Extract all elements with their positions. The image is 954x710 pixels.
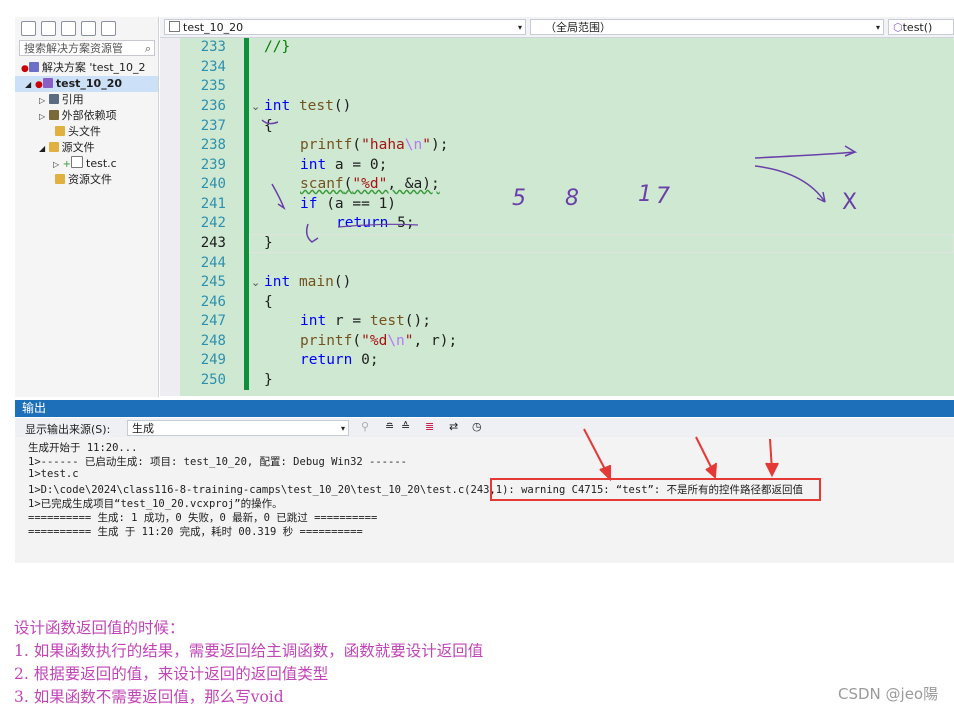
tree-item-label: 源文件 <box>61 141 95 154</box>
handwritten-arrow <box>754 165 826 203</box>
history-icon[interactable] <box>41 21 56 36</box>
handwritten-arrow <box>271 183 286 210</box>
scope-dropdown[interactable]: （全局范围） ▾ <box>530 19 884 35</box>
handwritten-number: 5 <box>512 186 526 211</box>
folder-icon <box>55 174 65 184</box>
output-line: 1>test.c <box>28 468 79 480</box>
tree-item-resource-files[interactable]: 资源文件 <box>15 172 158 188</box>
solution-search-placeholder: 搜索解决方案资源管 <box>24 42 123 55</box>
tree-item-label: test.c <box>86 157 117 170</box>
output-line: 1>------ 已启动生成: 项目: test_10_20, 配置: Debu… <box>28 456 407 468</box>
tree-item-project[interactable]: ◢ ● test_10_20 <box>15 76 158 92</box>
search-icon[interactable]: ⌕ <box>145 41 151 55</box>
solution-explorer: 搜索解决方案资源管 ⌕ ● 解决方案 'test_10_2 ◢ ● test_10_… <box>15 17 159 397</box>
editor-navigation-bar: test_10_20 ▾ （全局范围） ▾ ⬡test() <box>160 17 954 38</box>
note-item-1: 1. 如果函数执行的结果，需要返回给主调函数，函数就要设计返回值 <box>14 642 484 660</box>
function-icon: ⬡ <box>893 21 903 34</box>
folder-icon <box>55 126 65 136</box>
output-source-dropdown[interactable]: 生成 ▾ <box>127 420 349 436</box>
note-item-2: 2. 根据要返回的值，来设计返回的返回值类型 <box>14 665 329 683</box>
output-line: ========== 生成: 1 成功，0 失败，0 最新，0 已跳过 ====… <box>28 512 378 524</box>
output-source-label: 显示输出来源(S): <box>25 423 111 436</box>
handwritten-number: 8 <box>565 186 579 211</box>
output-line: 生成开始于 11:20... <box>28 442 138 454</box>
handwriting-overlay <box>261 119 858 243</box>
sync-icon[interactable] <box>21 21 36 36</box>
chevron-down-icon: ▾ <box>517 23 522 32</box>
chevron-down-icon: ▾ <box>340 424 345 433</box>
tree-item-label: test_10_20 <box>55 77 122 90</box>
notes-heading: 设计函数返回值的时候： <box>14 619 185 637</box>
collapse-icon[interactable] <box>61 21 76 36</box>
properties-icon[interactable] <box>101 21 116 36</box>
watermark: CSDN @jeo陽 <box>838 685 939 703</box>
handwritten-underline <box>337 223 419 228</box>
red-arrows-overlay <box>583 428 779 482</box>
tree-item-source-files[interactable]: ◢ 源文件 <box>15 140 158 156</box>
tree-item-label: 解决方案 'test_10_2 <box>41 61 146 74</box>
show-all-icon[interactable] <box>81 21 96 36</box>
project-icon <box>42 78 53 88</box>
handwritten-number: 7 <box>656 184 670 209</box>
tree-item-external-deps[interactable]: ▷ 外部依赖项 <box>15 108 158 124</box>
handwritten-number: 1 <box>638 182 652 207</box>
solution-tree: ● 解决方案 'test_10_2 ◢ ● test_10_20 ▷ 引用 ▷ 外部… <box>15 60 158 188</box>
output-toolbar: 显示输出来源(S): 生成 ▾ ⚲ ≘ ≙ ≣ ⇄ ◷ <box>15 418 954 437</box>
member-dropdown[interactable]: ⬡test() <box>888 19 954 35</box>
member-dropdown-label: test() <box>902 21 933 34</box>
chevron-down-icon: ▾ <box>875 23 880 32</box>
next-message-icon[interactable]: ≙ <box>401 420 410 433</box>
handwritten-arrow <box>754 145 858 159</box>
file-dropdown[interactable]: test_10_20 ▾ <box>164 19 526 35</box>
solution-icon <box>28 62 39 72</box>
tree-item-label: 外部依赖项 <box>61 109 117 122</box>
word-wrap-icon[interactable]: ⇄ <box>449 420 458 433</box>
handwritten-letter: X <box>842 190 858 215</box>
tree-item-label: 头文件 <box>68 125 101 138</box>
output-source-value: 生成 <box>132 422 154 435</box>
scope-dropdown-label: （全局范围） <box>545 21 611 34</box>
file-dropdown-label: test_10_20 <box>183 21 244 34</box>
tree-item-solution[interactable]: ● 解决方案 'test_10_2 <box>15 60 158 76</box>
handwritten-mark <box>261 119 279 125</box>
output-line: 1>已完成生成项目“test_10_20.vcxproj”的操作。 <box>28 498 283 510</box>
handwritten-arrow <box>305 223 319 243</box>
solution-toolbar <box>21 21 116 37</box>
solution-search-input[interactable]: 搜索解决方案资源管 ⌕ <box>19 40 155 56</box>
output-line: ========== 生成 于 11:20 完成，耗时 00.319 秒 ===… <box>28 526 363 538</box>
timestamp-icon[interactable]: ◷ <box>472 420 482 433</box>
tree-item-references[interactable]: ▷ 引用 <box>15 92 158 108</box>
c-file-icon <box>71 156 84 168</box>
output-title-label: 输出 <box>22 401 47 415</box>
tree-item-label: 引用 <box>61 93 84 106</box>
external-deps-icon <box>48 110 59 120</box>
tree-item-test-c[interactable]: ▷ + test.c <box>15 156 158 172</box>
tree-item-label: 资源文件 <box>68 173 112 186</box>
red-arrowhead <box>599 465 611 482</box>
prev-message-icon[interactable]: ≘ <box>385 420 394 433</box>
editor-gutter <box>160 38 180 396</box>
references-icon <box>48 94 59 104</box>
folder-icon <box>48 142 59 152</box>
file-icon <box>169 21 180 32</box>
note-item-3: 3. 如果函数不需要返回值，那么写void <box>14 688 284 706</box>
red-arrowhead <box>765 462 779 478</box>
output-panel-title[interactable]: 输出 <box>15 400 954 417</box>
clear-all-icon[interactable]: ≣ <box>425 420 434 433</box>
tree-item-header-files[interactable]: 头文件 <box>15 124 158 140</box>
find-message-icon[interactable]: ⚲ <box>361 420 369 433</box>
